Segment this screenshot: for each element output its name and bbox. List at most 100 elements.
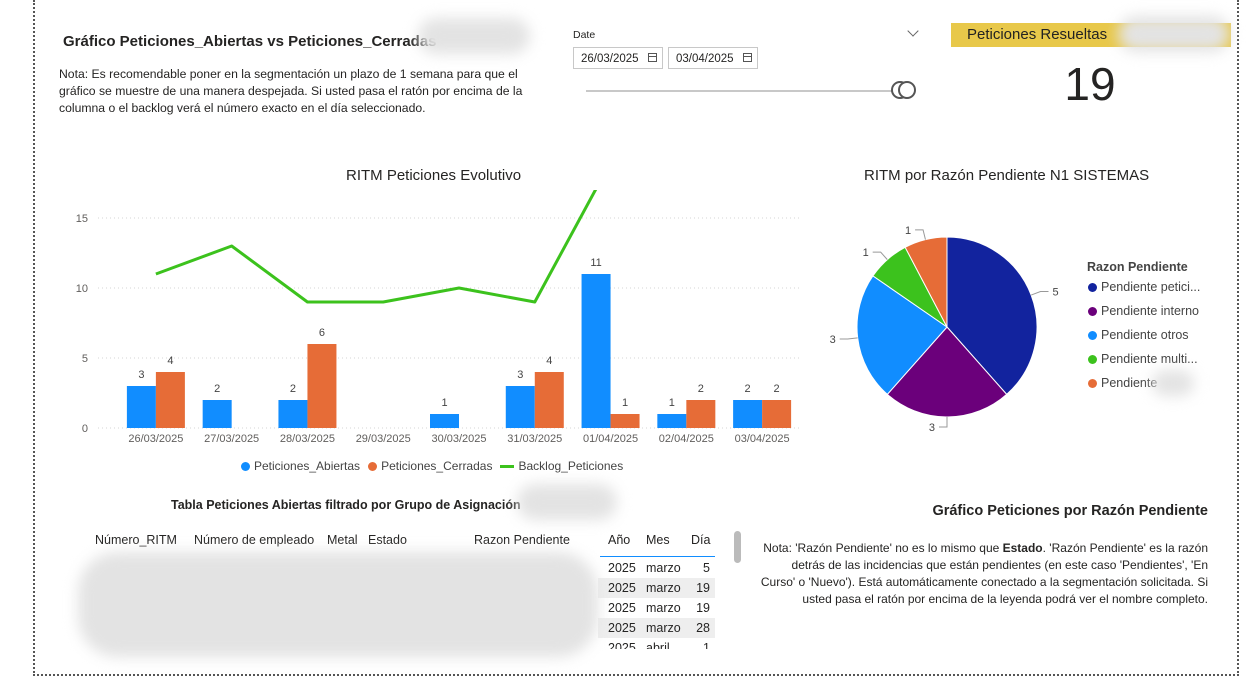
redacted-area [1118, 16, 1230, 52]
column-header[interactable]: Estado [368, 533, 407, 547]
table-cell: 2025 [608, 561, 636, 575]
pie-legend-label: Pendiente multi... [1101, 352, 1198, 366]
legend-swatch [368, 461, 378, 471]
table-cell: 19 [696, 601, 710, 615]
table-row[interactable]: 2025 abril 1 [598, 638, 715, 649]
bar-Peticiones_Cerradas [686, 400, 716, 428]
column-header[interactable]: Metal [327, 533, 358, 547]
table-cell: marzo [646, 581, 681, 595]
calendar-icon[interactable] [743, 53, 752, 62]
slider-handle-end[interactable] [898, 81, 916, 99]
table-cell: marzo [646, 621, 681, 635]
data-label: 3 [517, 369, 523, 381]
table-row[interactable]: 2025 marzo 28 [598, 618, 715, 638]
data-label: 4 [546, 355, 552, 367]
date-range-slider[interactable] [586, 80, 916, 102]
redacted-area [418, 18, 530, 54]
bar-Peticiones_Cerradas [307, 344, 337, 428]
data-label: 2 [214, 383, 220, 395]
legend-swatch [1088, 282, 1097, 292]
legend-label: Peticiones_Abiertas [254, 459, 361, 473]
bar-Peticiones_Abiertas [733, 400, 763, 428]
pie-data-label: 3 [830, 334, 836, 346]
legend-label: Backlog_Peticiones [518, 459, 624, 473]
pie-legend-item[interactable]: Pendiente petici... [1088, 280, 1200, 294]
legend-swatch [1088, 306, 1097, 316]
x-tick-label: 28/03/2025 [280, 433, 335, 445]
table-cell: 19 [696, 581, 710, 595]
kpi-value: 19 [1064, 58, 1116, 110]
bar-Peticiones_Abiertas [126, 386, 156, 428]
column-header[interactable]: Mes [646, 533, 670, 547]
x-tick-label: 30/03/2025 [431, 433, 486, 445]
pie-legend-item[interactable]: Pendiente [1088, 376, 1157, 390]
pie-legend-label: Pendiente interno [1101, 304, 1199, 318]
pie-data-label: 1 [905, 225, 911, 237]
table-row[interactable]: 2025 marzo 5 [598, 558, 715, 578]
data-label: 1 [622, 397, 628, 409]
pie-chart[interactable]: 5 3 3 1 1 [815, 215, 1075, 440]
date-end-input[interactable]: 03/04/2025 [668, 47, 758, 69]
y-tick-label: 10 [76, 283, 88, 295]
column-header[interactable]: Año [608, 533, 630, 547]
pie-leader [1030, 291, 1049, 296]
pie-legend-item[interactable]: Pendiente otros [1088, 328, 1189, 342]
data-label: 6 [319, 327, 325, 339]
y-tick-label: 15 [76, 213, 88, 225]
x-tick-label: 01/04/2025 [583, 433, 638, 445]
bar-Peticiones_Abiertas [581, 274, 611, 428]
pie-leader [915, 229, 926, 240]
pie-note-text: Nota: 'Razón Pendiente' no es lo mismo q… [763, 541, 1003, 555]
pie-data-label: 1 [863, 247, 869, 259]
chart-legend: Peticiones_Abiertas Peticiones_Cerradas … [241, 459, 631, 473]
pie-legend-label: Pendiente [1101, 376, 1158, 390]
date-end-value: 03/04/2025 [676, 53, 734, 65]
bar-Peticiones_Abiertas [202, 400, 232, 428]
table-cell: marzo [646, 561, 681, 575]
table-cell: 5 [703, 561, 710, 575]
column-header[interactable]: Razon Pendiente [474, 533, 570, 547]
column-header[interactable]: Número de empleado [194, 533, 314, 547]
page-title: Gráfico Peticiones_Abiertas vs Peticione… [63, 33, 437, 50]
column-header[interactable]: Día [691, 533, 710, 547]
legend-swatch [241, 461, 250, 471]
table-cell: abril [646, 641, 670, 649]
table-cell: marzo [646, 601, 681, 615]
legend-swatch [500, 464, 515, 468]
combo-chart[interactable]: 0 5 10 15 26/03/2025 27/03/2025 28/03/2025 29/0… [60, 190, 805, 450]
x-tick-label: 31/03/2025 [507, 433, 562, 445]
table-cell: 2025 [608, 621, 636, 635]
table-cell: 1 [703, 641, 710, 649]
legend-swatch [1088, 378, 1097, 388]
data-label: 1 [441, 397, 447, 409]
legend-swatch [1088, 330, 1097, 340]
data-label: 3 [138, 369, 144, 381]
calendar-icon[interactable] [648, 53, 657, 62]
scrollbar[interactable] [734, 531, 741, 563]
table-title: Tabla Peticiones Abiertas filtrado por G… [171, 498, 521, 512]
table-cell: 2025 [608, 641, 636, 649]
data-label: 1 [669, 397, 675, 409]
legend-item[interactable]: Backlog_Peticiones [500, 459, 623, 473]
pie-legend-label: Pendiente otros [1101, 328, 1189, 342]
slicer-label: Date [573, 29, 596, 41]
y-tick-label: 5 [82, 353, 88, 365]
pie-note-bold: Estado [1002, 541, 1043, 555]
pie-legend-item[interactable]: Pendiente multi... [1088, 352, 1198, 366]
data-label: 2 [290, 383, 296, 395]
legend-item[interactable]: Peticiones_Abiertas [241, 459, 360, 473]
bar-Peticiones_Cerradas [762, 400, 792, 428]
bar-Peticiones_Abiertas [657, 414, 687, 428]
legend-item[interactable]: Peticiones_Cerradas [368, 459, 492, 473]
kpi-label: Peticiones Resueltas [967, 26, 1108, 43]
x-tick-label: 27/03/2025 [204, 433, 259, 445]
column-header[interactable]: Número_RITM [95, 533, 177, 547]
table-row[interactable]: 2025 marzo 19 [598, 598, 715, 618]
pie-legend-item[interactable]: Pendiente interno [1088, 304, 1199, 318]
table-row[interactable]: 2025 marzo 19 [598, 578, 715, 598]
slider-track [586, 90, 906, 92]
pie-note-title: Gráfico Peticiones por Razón Pendiente [932, 503, 1208, 519]
date-start-input[interactable]: 26/03/2025 [573, 47, 663, 69]
pie-data-label: 5 [1053, 287, 1059, 299]
redacted-area [1152, 370, 1194, 396]
